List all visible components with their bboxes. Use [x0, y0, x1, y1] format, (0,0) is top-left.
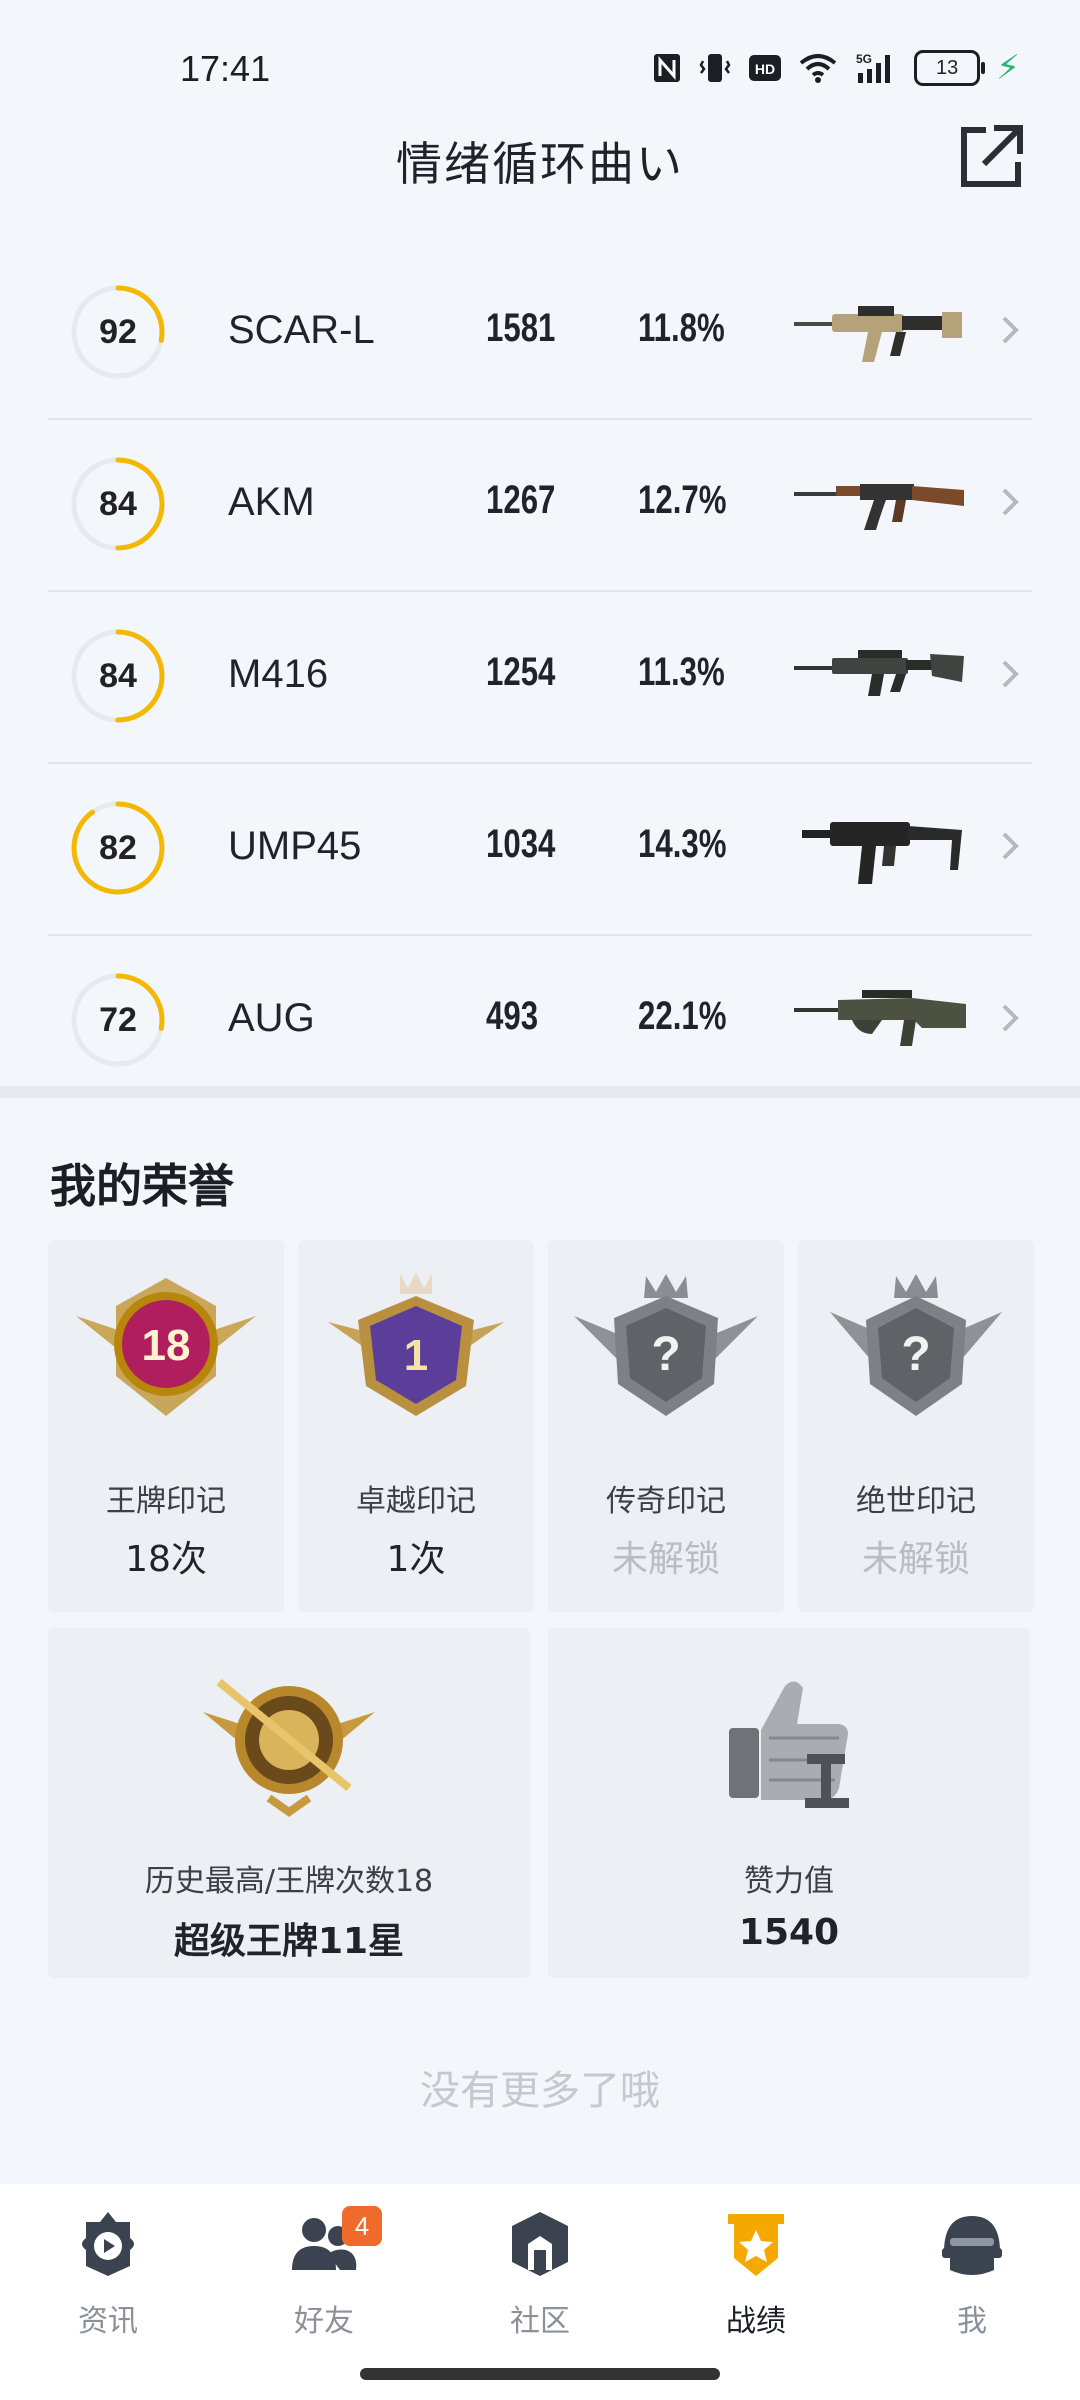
- weapon-row[interactable]: 84 M416 1254 11.3%: [48, 592, 1032, 764]
- weapon-name: AKM: [228, 480, 315, 524]
- svg-text:5G: 5G: [856, 52, 872, 66]
- weapon-name: SCAR-L: [228, 308, 375, 352]
- honor-card-excellence[interactable]: 1 卓越印记 1次: [298, 1240, 534, 1612]
- weapon-row[interactable]: 84 AKM 1267 12.7%: [48, 420, 1032, 592]
- nav-label: 我: [957, 2304, 987, 2339]
- chevron-right-icon: [1002, 316, 1019, 344]
- weapon-rate: 11.8%: [638, 306, 725, 350]
- 5g-signal-icon: 5G: [856, 52, 891, 83]
- status-icons: HD 5G 13 ⚡: [652, 44, 1020, 92]
- weapon-row[interactable]: 92 SCAR-L 1581 11.8%: [48, 248, 1032, 420]
- svg-text:18: 18: [142, 1321, 191, 1370]
- nav-tab-me[interactable]: 我: [902, 2208, 1042, 2348]
- honor-value: 未解锁: [611, 1539, 720, 1580]
- weapon-score: 72: [99, 1001, 137, 1039]
- honor-value: 未解锁: [861, 1539, 970, 1580]
- no-more-hint: 没有更多了哦: [420, 2068, 660, 2114]
- honor-card-peerless[interactable]: ? 绝世印记 未解锁: [798, 1240, 1034, 1612]
- svg-text:?: ?: [901, 1328, 930, 1381]
- svg-text:HD: HD: [755, 61, 775, 77]
- svg-text:?: ?: [651, 1328, 680, 1381]
- section-divider: [0, 1086, 1080, 1098]
- weapon-score: 82: [99, 829, 137, 867]
- chevron-right-icon: [1002, 1004, 1019, 1032]
- honor-value: 1次: [386, 1539, 446, 1580]
- thumbs-up-icon: [729, 1681, 849, 1808]
- nav-label: 资讯: [78, 2304, 138, 2339]
- ace-emblem-icon: 18: [76, 1278, 256, 1416]
- share-icon[interactable]: [956, 120, 1028, 192]
- weapon-kills: 1581: [486, 306, 556, 350]
- honor-label: 传奇印记: [606, 1484, 726, 1519]
- nav-label: 社区: [510, 2304, 570, 2339]
- likes-value: 1540: [738, 1912, 840, 1953]
- weapon-name: M416: [228, 652, 329, 696]
- vibrate-icon: [699, 54, 731, 82]
- ump45-smg-icon: [802, 822, 962, 884]
- chevron-right-icon: [1002, 832, 1019, 860]
- weapon-score: 84: [99, 657, 137, 695]
- weapon-score: 92: [99, 313, 137, 351]
- nav-tab-stats[interactable]: 战绩: [686, 2208, 826, 2348]
- weapon-name: UMP45: [228, 824, 362, 868]
- honor-label: 卓越印记: [356, 1484, 476, 1519]
- m416-rifle-icon: [794, 650, 964, 696]
- page-title: 情绪循环曲い: [396, 137, 684, 191]
- honor-value: 18次: [125, 1539, 207, 1580]
- aug-rifle-icon: [794, 990, 966, 1046]
- super-ace-emblem-icon: [203, 1678, 375, 1817]
- battery-icon: 13: [914, 50, 986, 86]
- weapon-rate: 11.3%: [638, 650, 725, 694]
- highest-rank-card[interactable]: 历史最高/王牌次数18 超级王牌11星: [48, 1628, 530, 1978]
- nav-tab-news[interactable]: 资讯: [38, 2208, 178, 2348]
- nav-tab-friends[interactable]: 4 好友: [254, 2206, 394, 2348]
- weapon-rate: 22.1%: [638, 994, 727, 1038]
- hd-icon: HD: [749, 55, 782, 81]
- excellence-emblem-icon: 1: [328, 1272, 504, 1416]
- akm-rifle-icon: [794, 484, 964, 530]
- peerless-emblem-icon: ?: [830, 1274, 1002, 1416]
- news-play-icon: [82, 2212, 134, 2276]
- weapon-row[interactable]: 72 AUG 493 22.1%: [48, 936, 1032, 1106]
- weapon-rate: 14.3%: [638, 822, 727, 866]
- weapon-kills: 1254: [486, 650, 556, 694]
- community-icon: [512, 2212, 568, 2276]
- scar-l-rifle-icon: [794, 306, 962, 362]
- nav-label: 好友: [294, 2304, 354, 2339]
- weapon-row[interactable]: 82 UMP45 1034 14.3%: [48, 764, 1032, 936]
- chevron-right-icon: [1002, 488, 1019, 516]
- nav-label: 战绩: [726, 2304, 786, 2339]
- weapon-kills: 1034: [486, 822, 556, 866]
- weapon-list: 92 SCAR-L 1581 11.8% 84 AKM 1267 12.7% 8…: [48, 248, 1032, 1106]
- weapon-kills: 1267: [486, 478, 556, 522]
- honor-card-legend[interactable]: ? 传奇印记 未解锁: [548, 1240, 784, 1612]
- helmet-icon: [942, 2216, 1002, 2275]
- chevron-right-icon: [1002, 660, 1019, 688]
- honor-card-ace[interactable]: 18 王牌印记 18次: [48, 1240, 284, 1612]
- stats-medal-icon: [728, 2214, 784, 2276]
- highest-label: 历史最高/王牌次数18: [144, 1864, 434, 1899]
- honor-label: 绝世印记: [856, 1484, 976, 1519]
- likes-label: 赞力值: [744, 1864, 834, 1899]
- status-time: 17:41: [180, 48, 271, 89]
- weapon-rate: 12.7%: [638, 478, 727, 522]
- charging-icon: ⚡: [996, 48, 1020, 88]
- legend-emblem-icon: ?: [574, 1274, 758, 1416]
- wifi-icon: [799, 54, 837, 83]
- notification-badge: 4: [342, 2206, 382, 2246]
- highest-value: 超级王牌11星: [173, 1921, 405, 1962]
- nav-tab-community[interactable]: 社区: [470, 2208, 610, 2348]
- svg-text:1: 1: [404, 1331, 428, 1380]
- honor-label: 王牌印记: [106, 1484, 226, 1519]
- home-indicator[interactable]: [360, 2368, 720, 2380]
- likes-card[interactable]: 赞力值 1540: [548, 1628, 1030, 1978]
- weapon-name: AUG: [228, 996, 315, 1040]
- nfc-icon: [654, 54, 681, 82]
- weapon-kills: 493: [486, 994, 539, 1038]
- status-bar: 17:41 HD 5G 13 ⚡: [0, 0, 1080, 130]
- section-title: 我的荣誉: [50, 1159, 234, 1213]
- weapon-score: 84: [99, 485, 137, 523]
